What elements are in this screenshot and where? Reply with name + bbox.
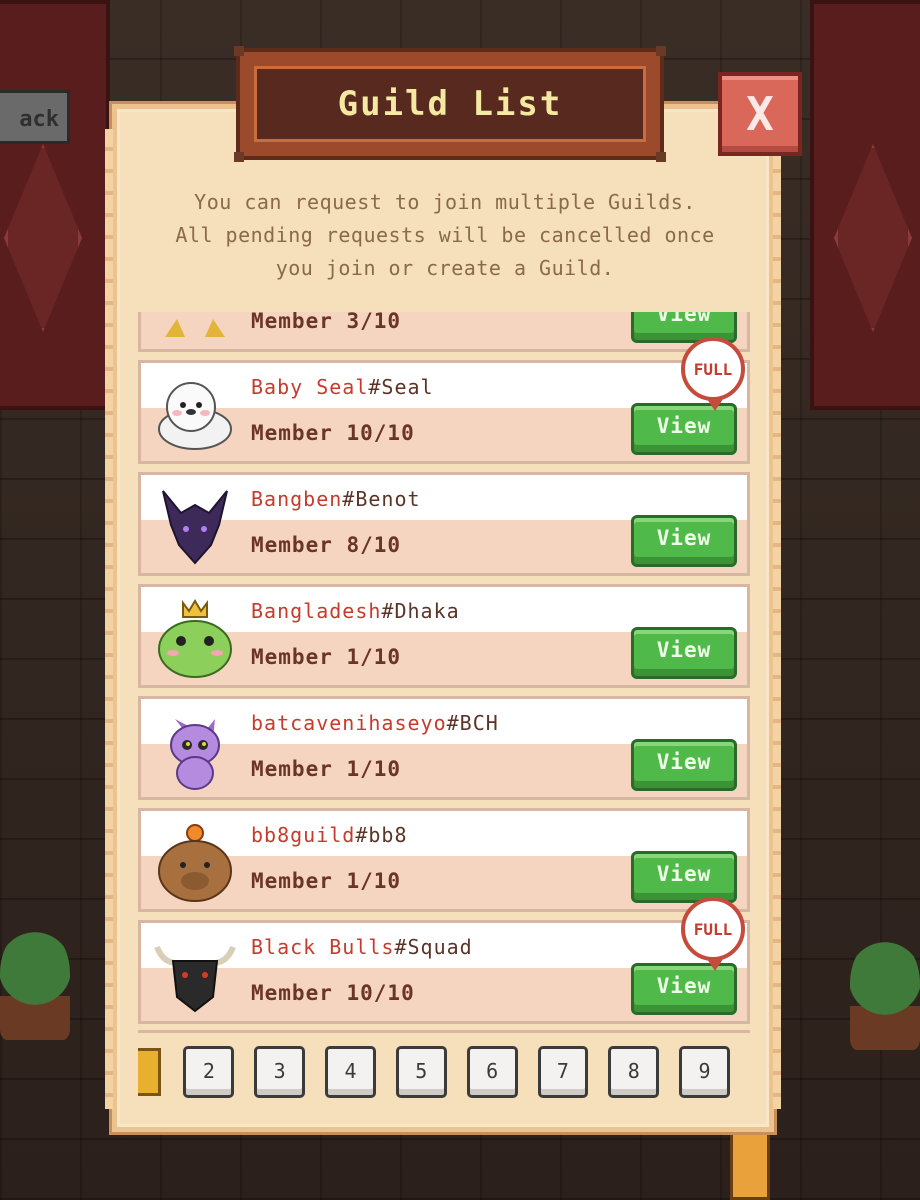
view-button[interactable]: View <box>631 739 737 791</box>
close-button[interactable]: X <box>718 72 802 156</box>
title-plaque: Guild List <box>234 46 666 162</box>
page-button[interactable]: 8 <box>608 1046 660 1098</box>
capybara-icon <box>153 823 237 903</box>
page-button[interactable]: 4 <box>325 1046 376 1098</box>
guild-tag: #bb8 <box>355 823 408 847</box>
guild-name: Black Bulls#Squad <box>251 935 473 959</box>
back-button[interactable]: ack <box>0 90 70 144</box>
partial-guild-icon <box>153 312 237 343</box>
page-button[interactable]: 5 <box>395 1046 447 1098</box>
member-count: Member 8/10 <box>251 533 402 557</box>
guild-row: Member 3/10 View <box>138 312 750 352</box>
purple-dragon-icon <box>153 711 237 791</box>
guild-tag: #BCH <box>446 711 499 735</box>
page-button[interactable]: 3 <box>254 1046 306 1098</box>
info-line: you join or create a Guild. <box>275 256 615 280</box>
page-button[interactable]: 6 <box>466 1046 518 1098</box>
guild-row: Bangladesh#Dhaka Member 1/10 View <box>138 584 750 688</box>
bull-icon <box>153 935 237 1015</box>
page-button[interactable]: 2 <box>183 1046 235 1098</box>
member-count: Member 10/10 <box>251 981 415 1005</box>
view-button[interactable]: View <box>631 515 737 567</box>
full-badge: FULL <box>681 337 745 411</box>
guild-tag: #Seal <box>368 375 434 399</box>
right-banner <box>810 0 920 410</box>
guild-name-text: bb8guild <box>251 823 356 847</box>
member-count: Member 1/10 <box>251 869 402 893</box>
dragon-icon <box>153 487 237 567</box>
info-text: You can request to join multiple Guilds.… <box>130 186 760 285</box>
member-count: Member 10/10 <box>251 421 415 445</box>
guild-list[interactable]: Member 3/10 View Baby Seal#Seal Member 1… <box>138 312 750 1024</box>
page-button[interactable]: 9 <box>679 1046 730 1098</box>
dialog-title: Guild List <box>337 84 563 124</box>
guild-name: batcavenihaseyo#BCH <box>251 711 499 735</box>
guild-name: Bangben#Benot <box>251 487 421 511</box>
key-icon <box>730 1130 770 1200</box>
view-button[interactable]: View <box>631 627 737 679</box>
guild-name-text: Bangladesh <box>251 599 382 623</box>
guild-name: bb8guild#bb8 <box>251 823 408 847</box>
view-button[interactable]: View <box>631 851 737 903</box>
member-count: Member 1/10 <box>251 645 402 669</box>
member-count: Member 1/10 <box>251 757 402 781</box>
full-badge: FULL <box>681 897 745 971</box>
seal-icon <box>153 375 237 455</box>
list-divider <box>138 1030 750 1033</box>
info-line: All pending requests will be cancelled o… <box>175 223 715 247</box>
guild-name: Bangladesh#Dhaka <box>251 599 460 623</box>
guild-name-text: batcavenihaseyo <box>251 711 447 735</box>
guild-tag: #Benot <box>342 487 421 511</box>
guild-name: Baby Seal#Seal <box>251 375 434 399</box>
member-count: Member 3/10 <box>251 312 402 333</box>
info-line: You can request to join multiple Guilds. <box>194 190 696 214</box>
guild-row: bb8guild#bb8 Member 1/10 View <box>138 808 750 912</box>
guild-tag: #Dhaka <box>381 599 460 623</box>
frog-king-icon <box>153 599 237 679</box>
plant-icon <box>850 940 920 1050</box>
page-button-current[interactable] <box>138 1048 162 1096</box>
guild-row: Bangben#Benot Member 8/10 View <box>138 472 750 576</box>
left-banner <box>0 0 110 410</box>
guild-name-text: Baby Seal <box>251 375 369 399</box>
close-icon: X <box>746 87 774 141</box>
guild-row: Black Bulls#Squad Member 10/10 FULL View <box>138 897 750 1024</box>
guild-name-text: Bangben <box>251 487 343 511</box>
guild-tag: #Squad <box>394 935 473 959</box>
guild-row: batcavenihaseyo#BCH Member 1/10 View <box>138 696 750 800</box>
page-button[interactable]: 7 <box>537 1046 589 1098</box>
guild-name-text: Black Bulls <box>251 935 395 959</box>
guild-row: Baby Seal#Seal Member 10/10 FULL View <box>138 337 750 464</box>
plant-icon <box>0 930 70 1040</box>
pagination: 2 3 4 5 6 7 8 9 <box>138 1042 750 1102</box>
